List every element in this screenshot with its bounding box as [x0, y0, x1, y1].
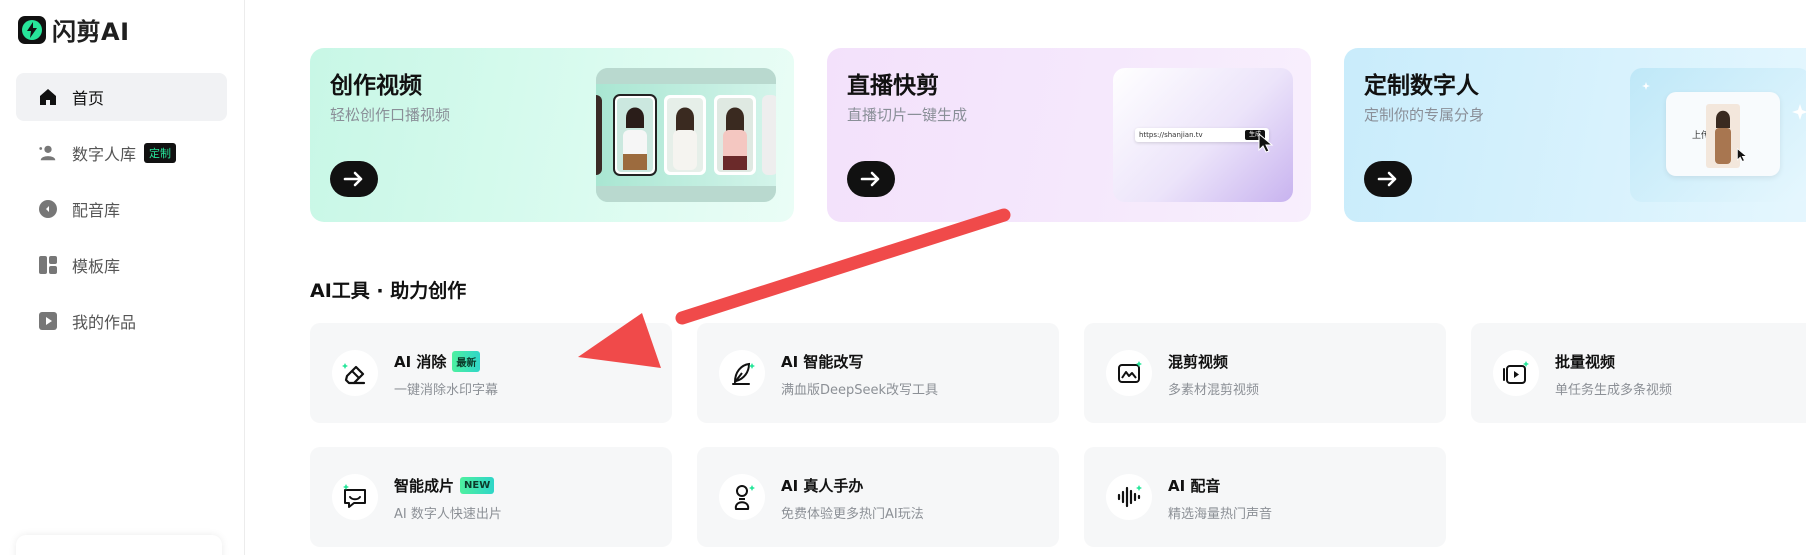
app-root: 闪剪AI 首页 数字人库 定制 配音库 模板库 我的作品 创作视频 轻松创作口播… — [0, 0, 1806, 555]
tool-name: 混剪视频 — [1168, 351, 1228, 372]
tool-name-text: 智能成片 — [394, 477, 455, 495]
hero-thumbnail: https://shanjian.tv 生成 — [1113, 68, 1293, 202]
tool-name-text: AI 智能改写 — [781, 353, 864, 371]
url-bar: https://shanjian.tv 生成 — [1135, 128, 1269, 142]
tool-name: AI 配音 — [1168, 475, 1220, 496]
arrow-right-icon — [1377, 171, 1397, 187]
sidebar-item-voice[interactable]: 配音库 — [16, 185, 227, 233]
user-group-icon — [38, 143, 58, 163]
sparkle-icon — [1642, 82, 1806, 120]
sidebar-item-avatars[interactable]: 数字人库 定制 — [16, 129, 227, 177]
go-button[interactable] — [330, 161, 378, 197]
hero-title: 创作视频 — [330, 73, 422, 99]
tool-mix-video[interactable]: 混剪视频 多素材混剪视频 — [1084, 323, 1446, 423]
app-name: 闪剪AI — [52, 18, 130, 46]
new-tag: NEW — [460, 477, 495, 494]
tool-description: 精选海量热门声音 — [1168, 507, 1273, 522]
hero-subtitle: 定制你的专属分身 — [1364, 106, 1485, 124]
new-tag: 最新 — [452, 351, 481, 372]
tool-description: 满血版DeepSeek改写工具 — [781, 383, 939, 398]
sidebar-item-label: 首页 — [72, 89, 105, 108]
go-button[interactable] — [1364, 161, 1412, 197]
template-icon — [38, 255, 58, 275]
sidebar-item-label: 模板库 — [72, 257, 121, 276]
tool-ai-figure[interactable]: AI 真人手办 免费体验更多热门AI玩法 — [697, 447, 1059, 547]
sidebar: 闪剪AI 首页 数字人库 定制 配音库 模板库 我的作品 — [0, 0, 245, 555]
custom-badge: 定制 — [144, 143, 177, 163]
sidebar-item-templates[interactable]: 模板库 — [16, 241, 227, 289]
tool-name: AI 真人手办 — [781, 475, 863, 496]
tool-name: AI 消除 最新 — [394, 351, 481, 372]
sidebar-item-label: 数字人库 — [72, 145, 137, 164]
tool-name-text: AI 真人手办 — [781, 477, 864, 495]
arrow-right-icon — [343, 171, 363, 187]
hero-card-create-video[interactable]: 创作视频 轻松创作口播视频 — [310, 48, 794, 222]
waveform-icon — [1106, 474, 1152, 520]
tool-name-text: AI 配音 — [1168, 477, 1221, 495]
sidebar-item-home[interactable]: 首页 — [16, 73, 227, 121]
section-title: AI工具 · 助力创作 — [310, 280, 467, 302]
arrow-right-icon — [860, 171, 880, 187]
audio-icon — [38, 199, 58, 219]
tool-smart-clip[interactable]: 智能成片 NEW AI 数字人快速出片 — [310, 447, 672, 547]
eraser-icon — [332, 350, 378, 396]
portraits-image — [596, 68, 776, 202]
logo[interactable]: 闪剪AI — [18, 12, 130, 47]
figure-icon — [719, 474, 765, 520]
hero-title: 定制数字人 — [1364, 73, 1479, 99]
sidebar-bottom-card[interactable] — [16, 535, 222, 555]
tool-description: 一键消除水印字幕 — [394, 383, 499, 398]
hero-subtitle: 轻松创作口播视频 — [330, 106, 451, 124]
cursor-icon — [1258, 132, 1274, 153]
tool-name-text: AI 消除 — [394, 353, 447, 371]
tool-description: 免费体验更多热门AI玩法 — [781, 507, 924, 522]
tool-batch-video[interactable]: 批量视频 单任务生成多条视频 — [1471, 323, 1806, 423]
hero-thumbnail — [596, 68, 776, 202]
tool-ai-rewrite[interactable]: AI 智能改写 满血版DeepSeek改写工具 — [697, 323, 1059, 423]
tool-name: 批量视频 — [1555, 351, 1615, 372]
feather-pen-icon — [719, 350, 765, 396]
tool-description: AI 数字人快速出片 — [394, 507, 502, 522]
tool-name-text: 混剪视频 — [1168, 353, 1229, 371]
hero-card-custom-avatar[interactable]: 定制数字人 定制你的专属分身 上传视频 — [1344, 48, 1806, 222]
home-icon — [38, 87, 58, 107]
lightning-logo-icon — [18, 15, 46, 44]
image-mix-icon — [1106, 350, 1152, 396]
tool-name-text: 批量视频 — [1555, 353, 1616, 371]
tool-name: 智能成片 NEW — [394, 475, 495, 496]
sidebar-item-label: 配音库 — [72, 201, 121, 220]
sidebar-item-works[interactable]: 我的作品 — [16, 297, 227, 345]
play-icon — [38, 311, 58, 331]
sidebar-item-label: 我的作品 — [72, 313, 137, 332]
url-text: https://shanjian.tv — [1139, 131, 1203, 139]
main-content: 创作视频 轻松创作口播视频 直播快剪 直播切片一键生成 https://shan… — [245, 0, 1806, 555]
tool-description: 单任务生成多条视频 — [1555, 383, 1673, 398]
hero-subtitle: 直播切片一键生成 — [847, 106, 968, 124]
hero-thumbnail: 上传视频 — [1630, 68, 1806, 202]
tool-ai-voiceover[interactable]: AI 配音 精选海量热门声音 — [1084, 447, 1446, 547]
batch-video-icon — [1493, 350, 1539, 396]
hero-title: 直播快剪 — [847, 73, 939, 99]
tool-name: AI 智能改写 — [781, 351, 863, 372]
hero-card-live-clip[interactable]: 直播快剪 直播切片一键生成 https://shanjian.tv 生成 — [827, 48, 1311, 222]
tool-description: 多素材混剪视频 — [1168, 383, 1260, 398]
sidebar-nav: 首页 数字人库 定制 配音库 模板库 我的作品 — [16, 73, 227, 353]
smart-clip-icon — [332, 474, 378, 520]
tool-ai-erase[interactable]: AI 消除 最新 一键消除水印字幕 — [310, 323, 672, 423]
go-button[interactable] — [847, 161, 895, 197]
